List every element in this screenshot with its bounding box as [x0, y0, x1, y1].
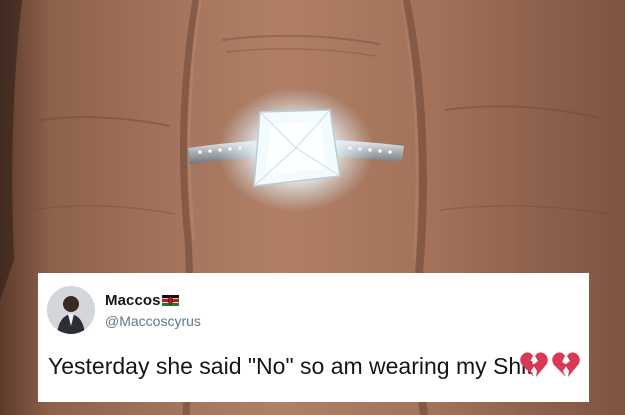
kenya-flag-icon: [162, 295, 179, 306]
tweet-text: Yesterday she said "No" so am wearing my…: [48, 353, 533, 379]
emoji-row: [519, 351, 581, 379]
broken-heart-icon: [520, 352, 548, 377]
broken-heart-icon: [552, 352, 580, 377]
avatar-image: [47, 286, 95, 334]
display-name[interactable]: Maccos: [105, 292, 161, 309]
handle[interactable]: @Maccoscyrus: [105, 313, 201, 329]
tweet-card[interactable]: Maccos @Maccoscyrus Yesterday she said "…: [38, 273, 589, 402]
avatar[interactable]: [47, 286, 95, 334]
